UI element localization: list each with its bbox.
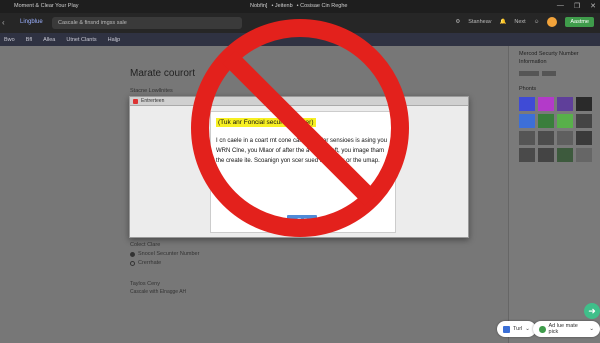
menu-item[interactable]: Bwo <box>4 37 15 43</box>
pill-label: Ad lue mate pick <box>548 323 578 335</box>
app-icon <box>133 98 138 104</box>
avatar[interactable] <box>547 17 558 27</box>
photo-thumbnail[interactable] <box>538 131 554 145</box>
close-button[interactable]: ✕ <box>590 2 596 10</box>
dialog-window: Entrerteen (Tuk anr Foncial securfy numb… <box>129 96 469 238</box>
page-title: Marate courort <box>130 68 196 79</box>
checkbox-icon <box>503 325 510 333</box>
sidebar-title: Mercod Securty Number Informatlon <box>519 51 579 65</box>
minimize-button[interactable]: — <box>557 2 564 10</box>
bell-icon[interactable]: 🔔 <box>500 19 507 25</box>
photo-thumbnail[interactable] <box>557 131 573 145</box>
brand-label[interactable]: Lingblue <box>20 19 43 25</box>
maximize-button[interactable]: ❐ <box>574 2 580 10</box>
highlighted-heading: (Tuk anr Foncial securfy number) <box>216 118 316 127</box>
pill-label: Turl <box>513 326 523 332</box>
toolbar-item[interactable]: Next <box>514 19 525 25</box>
publish-button[interactable]: Aastme <box>565 17 594 27</box>
sidebar-placeholder-bar <box>519 71 539 76</box>
window-controls: — ❐ ✕ <box>557 2 596 10</box>
chevron-down-icon: ⌄ <box>525 326 530 332</box>
sidebar-placeholder-bar <box>542 71 556 76</box>
photo-thumbnail[interactable] <box>538 114 554 128</box>
photo-thumbnail[interactable] <box>519 114 535 128</box>
toolbar-right: ⚙ Stanheav 🔔 Next ☺ Aastme <box>455 17 594 27</box>
back-arrow-icon[interactable]: ‹ <box>2 18 5 27</box>
bottom-pill-turl[interactable]: Turl ⌄ <box>497 321 536 337</box>
page-subheading: Stacne Lowllnites <box>130 88 173 94</box>
photo-thumbnail[interactable] <box>576 97 592 111</box>
photo-thumbnail[interactable] <box>576 131 592 145</box>
menu-item[interactable]: Allea <box>43 37 55 43</box>
browser-toolbar: ‹ Lingblue Cascale & finsnd imgss sale ⚙… <box>0 13 600 33</box>
chevron-down-icon: ⌄ <box>589 326 594 332</box>
menu-bar: Bwo Bfl Allea Utnet Clants Haljp <box>0 33 600 46</box>
status-dot-icon <box>539 325 546 333</box>
photo-thumbnail[interactable] <box>519 148 535 162</box>
photos-title: Phonts <box>519 86 537 92</box>
section-title: Colect Clare <box>130 242 161 248</box>
photo-thumbnail[interactable] <box>538 148 554 162</box>
dialog-title: Entrerteen <box>141 98 165 104</box>
photo-thumbnail[interactable] <box>519 97 535 111</box>
dialog-body-text: I cn caele in a coart rnt cone can an wn… <box>216 138 388 164</box>
photo-thumbnail[interactable] <box>557 97 573 111</box>
radio-option[interactable]: Crerrhate <box>130 260 161 266</box>
gear-icon[interactable]: ⚙ <box>455 19 460 25</box>
section-title: Taylos Ceny <box>130 281 160 287</box>
confirm-button[interactable]: Coft <box>287 215 317 228</box>
radio-selected-icon[interactable] <box>130 251 135 257</box>
photo-thumbnail[interactable] <box>576 114 592 128</box>
radio-label: Crerrhate <box>138 260 162 266</box>
right-sidebar: Mercod Securty Number Informatlon Phonts <box>508 46 600 343</box>
photo-thumbnail[interactable] <box>557 148 573 162</box>
address-search-bar[interactable]: Cascale & finsnd imgss sale <box>52 17 242 29</box>
arrow-right-icon[interactable]: ➜ <box>584 303 600 319</box>
bottom-pill-picker[interactable]: Ad lue mate pick ⌄ <box>533 321 600 337</box>
photo-thumbnail[interactable] <box>538 97 554 111</box>
window-titlebar: Moment & Clear Your Play Nobfin] • Jeite… <box>0 0 600 13</box>
dialog-content: (Tuk anr Foncial securfy number) I cn ca… <box>210 111 396 233</box>
photo-thumbnail[interactable] <box>557 114 573 128</box>
radio-option[interactable]: Snocel Secunter Number <box>130 251 199 257</box>
photo-thumbnail[interactable] <box>576 148 592 162</box>
toolbar-item[interactable]: Stanheav <box>468 19 491 25</box>
menu-item[interactable]: Bfl <box>26 37 32 43</box>
tab-title-group: Nobfin] • Jeitenb • Cosisae Cin Reghe <box>250 3 347 9</box>
dialog-titlebar: Entrerteen <box>130 97 468 106</box>
nav-buttons: ‹ <box>2 18 5 27</box>
photo-thumbnail[interactable] <box>519 131 535 145</box>
menu-item[interactable]: Haljp <box>108 37 121 43</box>
menu-item[interactable]: Utnet Clants <box>66 37 96 43</box>
tab-title-part: Nobfin] <box>250 3 268 9</box>
photo-grid <box>519 97 597 162</box>
tab-title-part: • Cosisae Cin Reghe <box>296 3 348 9</box>
window-title: Moment & Clear Your Play <box>14 3 79 9</box>
radio-label: Snocel Secunter Number <box>138 251 200 257</box>
user-icon[interactable]: ☺ <box>534 19 540 25</box>
radio-icon[interactable] <box>130 260 135 266</box>
section-value: Cascale with Elnagge AH <box>130 289 187 295</box>
tab-title-part: • Jeitenb <box>271 3 293 9</box>
